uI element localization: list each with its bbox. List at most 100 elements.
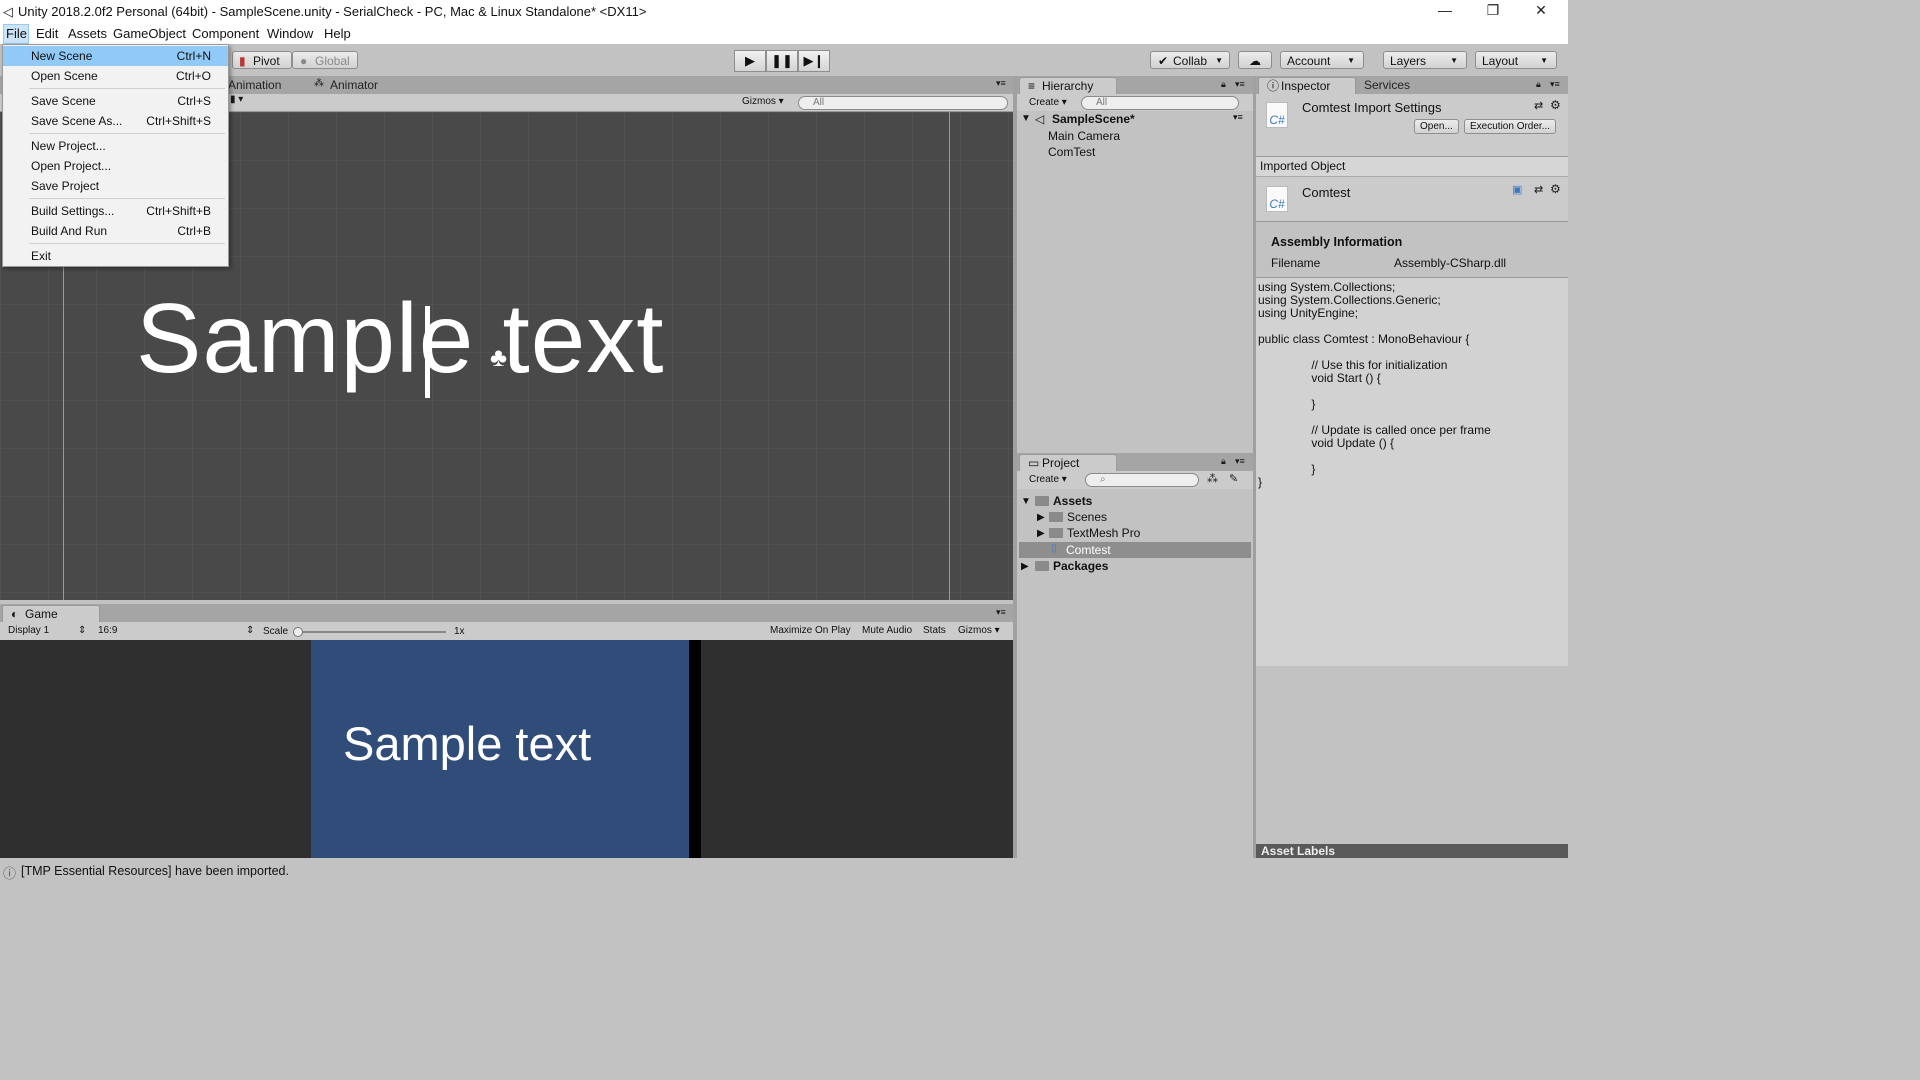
- project-assets-folder[interactable]: Assets: [1035, 494, 1092, 508]
- gear-icon[interactable]: ⚙: [1550, 98, 1561, 112]
- scenes-label: Scenes: [1067, 510, 1108, 524]
- panel-divider[interactable]: [1253, 76, 1256, 858]
- scale-slider-thumb[interactable]: [293, 627, 303, 637]
- menu-edit[interactable]: Edit: [36, 26, 58, 41]
- mute-audio-toggle[interactable]: Mute Audio: [862, 623, 912, 639]
- gear-icon[interactable]: ⚙: [1550, 182, 1561, 196]
- display-dropdown[interactable]: Display 1 ⇕: [8, 623, 86, 639]
- project-file-comtest[interactable]: Comtest: [1066, 543, 1111, 557]
- expand-icon[interactable]: ▼: [1021, 496, 1031, 507]
- menu-item-open-project[interactable]: Open Project...: [3, 156, 228, 176]
- help-icon[interactable]: ▣: [1512, 183, 1522, 196]
- account-button[interactable]: Account ▼: [1280, 51, 1364, 69]
- menu-item-save-scene[interactable]: Save Scene Ctrl+S: [3, 91, 228, 111]
- tab-animation[interactable]: Animation: [228, 77, 281, 94]
- minimize-button[interactable]: —: [1422, 2, 1468, 22]
- collab-label: Collab: [1173, 54, 1208, 68]
- panel-divider[interactable]: [1013, 76, 1017, 858]
- shading-dropdown[interactable]: ▮ ▾: [230, 94, 243, 105]
- project-create-button[interactable]: Create ▾: [1029, 472, 1067, 488]
- asset-labels-bar[interactable]: Asset Labels: [1256, 844, 1568, 858]
- menu-item-save-scene-as[interactable]: Save Scene As... Ctrl+Shift+S: [3, 111, 228, 131]
- tab-project[interactable]: ▭ Project: [1019, 454, 1117, 472]
- expand-icon[interactable]: ▶: [1037, 528, 1045, 539]
- expand-icon[interactable]: ▶: [1037, 512, 1045, 523]
- menu-component[interactable]: Component: [192, 26, 259, 41]
- panel-menu-icon[interactable]: ▾≡: [996, 78, 1006, 89]
- menu-bar: File Edit Assets GameObject Component Wi…: [0, 24, 1568, 44]
- collab-button[interactable]: ✔ Collab ▼: [1150, 51, 1230, 69]
- project-packages-folder[interactable]: Packages: [1035, 559, 1108, 573]
- menu-item-shortcut: Ctrl+B: [177, 224, 211, 238]
- menu-assets[interactable]: Assets: [68, 26, 107, 41]
- menu-item-new-scene[interactable]: New Scene Ctrl+N: [3, 46, 228, 66]
- execution-order-button[interactable]: Execution Order...: [1464, 119, 1557, 134]
- menu-gameobject[interactable]: GameObject: [113, 26, 186, 41]
- play-button[interactable]: ▶: [734, 50, 766, 72]
- tab-game[interactable]: ◐ Game: [2, 605, 100, 623]
- hierarchy-create-button[interactable]: Create ▾: [1029, 95, 1067, 111]
- panel-menu-icon[interactable]: ▾≡: [1550, 79, 1560, 90]
- scene-expand-icon[interactable]: ▼: [1021, 113, 1031, 124]
- lock-icon[interactable]: 🔒︎: [1536, 79, 1541, 90]
- global-button[interactable]: ● Global: [292, 51, 358, 69]
- menu-file[interactable]: File: [6, 26, 27, 41]
- restore-button[interactable]: ❐: [1470, 2, 1516, 22]
- tab-services[interactable]: Services: [1364, 77, 1410, 94]
- step-button[interactable]: ▶❙: [798, 50, 830, 72]
- stats-toggle[interactable]: Stats: [923, 623, 946, 639]
- hierarchy-item[interactable]: Main Camera: [1048, 129, 1120, 143]
- close-button[interactable]: ✕: [1518, 2, 1564, 22]
- menu-item-save-project[interactable]: Save Project: [3, 176, 228, 196]
- menu-item-new-project[interactable]: New Project...: [3, 136, 228, 156]
- inspector-tabstrip: ⓘ Inspector Services 🔒︎ ▾≡: [1256, 76, 1568, 95]
- menu-window[interactable]: Window: [267, 26, 313, 41]
- panel-menu-icon[interactable]: ▾≡: [1235, 79, 1245, 90]
- move-handle-icon[interactable]: ♣: [490, 342, 507, 373]
- maximize-on-play-toggle[interactable]: Maximize On Play: [770, 623, 851, 639]
- panel-menu-icon[interactable]: ▾≡: [1235, 456, 1245, 467]
- menu-item-exit[interactable]: Exit: [3, 246, 228, 266]
- project-create-label: Create: [1029, 474, 1060, 485]
- menu-help[interactable]: Help: [324, 26, 351, 41]
- scene-search-input[interactable]: All: [798, 96, 1008, 110]
- layout-button[interactable]: Layout ▼: [1475, 51, 1557, 69]
- pause-button[interactable]: ❚❚: [766, 50, 798, 72]
- menu-item-build-settings[interactable]: Build Settings... Ctrl+Shift+B: [3, 201, 228, 221]
- filter-type-icon[interactable]: ⁂: [1207, 472, 1218, 485]
- scene-gizmos-button[interactable]: Gizmos ▾: [742, 94, 784, 110]
- hierarchy-search-input[interactable]: All: [1081, 96, 1239, 110]
- scene-sample-text[interactable]: Sample text: [136, 282, 664, 395]
- game-gizmos-label: Gizmos: [958, 625, 992, 636]
- project-folder-textmesh[interactable]: TextMesh Pro: [1049, 526, 1140, 540]
- tab-hierarchy[interactable]: ≡ Hierarchy: [1019, 77, 1117, 95]
- menu-item-build-and-run[interactable]: Build And Run Ctrl+B: [3, 221, 228, 241]
- status-message[interactable]: [TMP Essential Resources] have been impo…: [21, 864, 289, 878]
- tab-animator[interactable]: Animator: [330, 77, 378, 94]
- pivot-button[interactable]: ▮ Pivot: [232, 51, 292, 69]
- preset-icon[interactable]: ⇄: [1534, 183, 1543, 196]
- filter-label-icon[interactable]: ✎: [1229, 472, 1238, 485]
- scale-slider[interactable]: [293, 627, 446, 637]
- project-folder-scenes[interactable]: Scenes: [1049, 510, 1107, 524]
- status-bar: ⓘ [TMP Essential Resources] have been im…: [0, 860, 1568, 882]
- aspect-dropdown[interactable]: 16:9 ⇕: [98, 623, 254, 639]
- lock-icon[interactable]: 🔒︎: [1221, 456, 1226, 467]
- project-search-input[interactable]: ⌕: [1085, 473, 1199, 487]
- game-gizmos-button[interactable]: Gizmos ▾: [958, 623, 1000, 639]
- code-preview: using System.Collections; using System.C…: [1258, 280, 1491, 489]
- hierarchy-item[interactable]: ComTest: [1048, 145, 1095, 159]
- open-button[interactable]: Open...: [1414, 119, 1459, 134]
- tab-inspector[interactable]: ⓘ Inspector: [1258, 77, 1356, 95]
- scene-menu-icon[interactable]: ▾≡: [1233, 112, 1243, 123]
- menu-item-open-scene[interactable]: Open Scene Ctrl+O: [3, 66, 228, 86]
- expand-icon[interactable]: ▶: [1021, 561, 1029, 572]
- hierarchy-scene-name[interactable]: SampleScene*: [1052, 112, 1135, 126]
- updown-icon: ⇕: [78, 625, 87, 636]
- layers-button[interactable]: Layers ▼: [1383, 51, 1467, 69]
- lock-icon[interactable]: 🔒︎: [1221, 79, 1226, 90]
- imported-object-label: Imported Object: [1260, 159, 1346, 173]
- panel-menu-icon[interactable]: ▾≡: [996, 607, 1006, 618]
- preset-icon[interactable]: ⇄: [1534, 99, 1543, 112]
- cloud-button[interactable]: ☁: [1238, 51, 1272, 69]
